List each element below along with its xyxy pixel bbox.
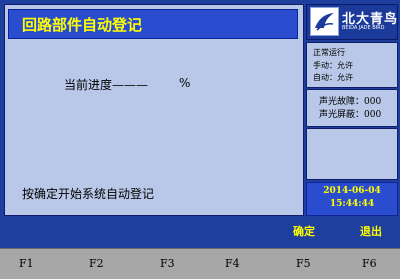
- fkey-f6[interactable]: F6: [362, 257, 377, 270]
- fkey-f1[interactable]: F1: [19, 257, 34, 270]
- progress-label: 当前进度———: [64, 78, 149, 92]
- status-mode: 正常运行: [313, 48, 345, 57]
- alarm-shield: 声光屏蔽：000: [319, 110, 382, 120]
- fkey-f3[interactable]: F3: [160, 257, 175, 270]
- action-bar: [0, 216, 400, 244]
- function-key-row: [0, 248, 400, 279]
- alarm-fault: 声光故障：000: [319, 97, 382, 107]
- progress-unit: %: [179, 76, 191, 90]
- jade-bird-logo-icon: [310, 7, 339, 36]
- exit-button[interactable]: 退出: [360, 223, 382, 239]
- fkey-f2[interactable]: F2: [89, 257, 104, 270]
- status-manual: 手动：允许: [313, 61, 353, 70]
- fkey-f5[interactable]: F5: [296, 257, 311, 270]
- page-title: 回路部件自动登记: [22, 16, 143, 34]
- hint-text: 按确定开始系统自动登记: [22, 187, 155, 201]
- clock-date: 2014-06-04: [323, 186, 381, 196]
- status-auto: 自动：允许: [313, 73, 353, 82]
- confirm-button[interactable]: 确定: [293, 223, 315, 239]
- clock-time: 15:44:44: [329, 199, 375, 209]
- fkey-f4[interactable]: F4: [225, 257, 240, 270]
- info-panel: [306, 128, 398, 180]
- logo-name-en: BEIDA JADE BIRD: [342, 25, 385, 31]
